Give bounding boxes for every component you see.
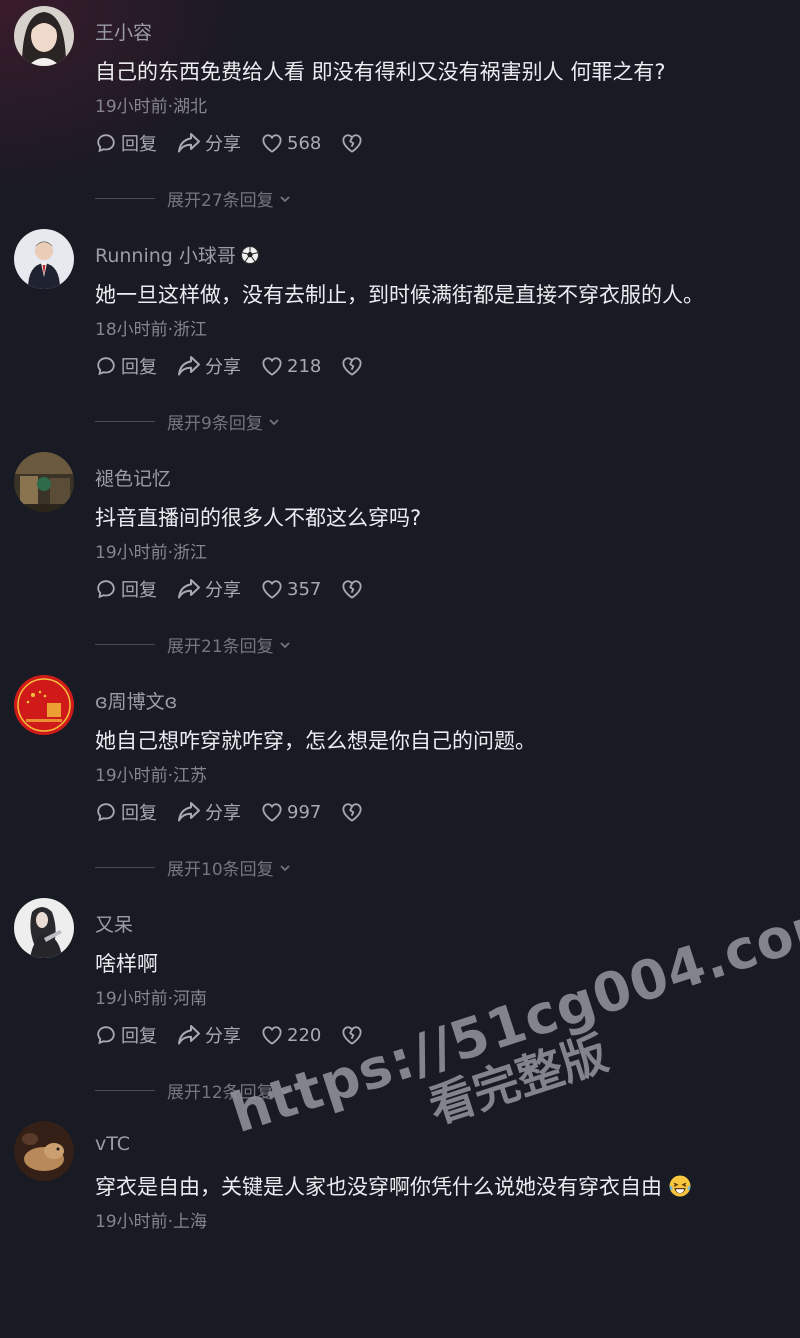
share-button[interactable]: 分享 bbox=[177, 353, 241, 379]
heart-icon bbox=[262, 357, 282, 376]
comment-text: 自己的东西免费给人看 即没有得利又没有祸害别人 何罪之有? bbox=[95, 60, 666, 84]
comment-actions: 回复 分享 218 bbox=[95, 353, 383, 379]
dislike-button[interactable] bbox=[341, 579, 363, 599]
like-button[interactable]: 357 bbox=[261, 579, 321, 600]
share-button[interactable]: 分享 bbox=[177, 799, 241, 825]
comment-meta: 19小时前·河南 bbox=[95, 989, 208, 1009]
comment-actions: 回复 分享 220 bbox=[95, 1022, 383, 1048]
divider bbox=[95, 421, 155, 422]
share-icon bbox=[178, 133, 200, 153]
username[interactable]: 褪色记忆 bbox=[95, 464, 171, 491]
comment-text: 穿衣是自由，关键是人家也没穿啊你凭什么说她没有穿衣自由 bbox=[95, 1171, 692, 1201]
username[interactable]: 王小容 bbox=[95, 18, 152, 45]
share-button[interactable]: 分享 bbox=[177, 576, 241, 602]
chevron-down-icon bbox=[280, 864, 290, 871]
comment-text: 抖音直播间的很多人不都这么穿吗? bbox=[95, 506, 422, 530]
reply-icon bbox=[97, 1026, 115, 1045]
username[interactable]: vTC bbox=[95, 1133, 130, 1155]
username[interactable]: 又呆 bbox=[95, 910, 133, 937]
comment-meta: 19小时前·江苏 bbox=[95, 766, 208, 786]
comment-list: 王小容 自己的东西免费给人看 即没有得利又没有祸害别人 何罪之有? 19小时前·… bbox=[0, 0, 800, 1338]
soccer-ball-icon bbox=[240, 245, 259, 264]
chevron-down-icon bbox=[269, 418, 279, 425]
comment-text: 她自己想咋穿就咋穿，怎么想是你自己的问题。 bbox=[95, 729, 536, 753]
share-button[interactable]: 分享 bbox=[177, 130, 241, 156]
divider bbox=[95, 1090, 155, 1091]
dislike-button[interactable] bbox=[341, 133, 363, 153]
reply-button[interactable]: 回复 bbox=[95, 799, 157, 825]
laughing-tears-emoji-icon bbox=[669, 1175, 691, 1197]
like-button[interactable]: 568 bbox=[261, 133, 321, 154]
expand-replies-button[interactable]: 展开10条回复 bbox=[95, 855, 292, 880]
chevron-down-icon bbox=[280, 195, 290, 202]
chevron-down-icon bbox=[280, 1087, 290, 1094]
share-icon bbox=[178, 802, 200, 822]
like-button[interactable]: 997 bbox=[261, 802, 321, 823]
reply-icon bbox=[97, 134, 115, 153]
avatar[interactable] bbox=[14, 452, 74, 512]
reply-button[interactable]: 回复 bbox=[95, 576, 157, 602]
avatar[interactable] bbox=[14, 675, 74, 735]
expand-replies-button[interactable]: 展开27条回复 bbox=[95, 186, 292, 211]
comment-text: 她一旦这样做，没有去制止，到时候满街都是直接不穿衣服的人。 bbox=[95, 283, 704, 307]
comment-meta: 19小时前·湖北 bbox=[95, 97, 208, 117]
share-button[interactable]: 分享 bbox=[177, 1022, 241, 1048]
dislike-button[interactable] bbox=[341, 356, 363, 376]
like-button[interactable]: 218 bbox=[261, 356, 321, 377]
like-count: 568 bbox=[287, 132, 322, 154]
expand-replies-button[interactable]: 展开12条回复 bbox=[95, 1078, 292, 1103]
share-icon bbox=[178, 356, 200, 376]
broken-heart-icon bbox=[342, 803, 362, 822]
comment-item: 又呆 啥样啊 19小时前·河南 回复 分享 220 展开12条回复 bbox=[0, 892, 800, 1115]
divider bbox=[95, 198, 155, 199]
reply-icon bbox=[97, 580, 115, 599]
dislike-button[interactable] bbox=[341, 802, 363, 822]
comment-actions: 回复 分享 357 bbox=[95, 576, 383, 602]
reply-icon bbox=[97, 357, 115, 376]
like-count: 220 bbox=[287, 1024, 322, 1046]
reply-icon bbox=[97, 803, 115, 822]
comment-actions: 回复 分享 568 bbox=[95, 130, 383, 156]
avatar[interactable] bbox=[14, 229, 74, 289]
heart-icon bbox=[262, 803, 282, 822]
share-icon bbox=[178, 579, 200, 599]
reply-button[interactable]: 回复 bbox=[95, 353, 157, 379]
comment-item: 王小容 自己的东西免费给人看 即没有得利又没有祸害别人 何罪之有? 19小时前·… bbox=[0, 0, 800, 223]
username[interactable]: ɞ周博文ɞ bbox=[95, 687, 177, 714]
heart-icon bbox=[262, 134, 282, 153]
comment-meta: 18小时前·浙江 bbox=[95, 320, 208, 340]
avatar[interactable] bbox=[14, 1121, 74, 1181]
comment-actions: 回复 分享 997 bbox=[95, 799, 383, 825]
broken-heart-icon bbox=[342, 357, 362, 376]
comment-item: ɞ周博文ɞ 她自己想咋穿就咋穿，怎么想是你自己的问题。 19小时前·江苏 回复 … bbox=[0, 669, 800, 892]
comment-item: 褪色记忆 抖音直播间的很多人不都这么穿吗? 19小时前·浙江 回复 分享 357… bbox=[0, 446, 800, 669]
like-button[interactable]: 220 bbox=[261, 1025, 321, 1046]
broken-heart-icon bbox=[342, 1026, 362, 1045]
like-count: 357 bbox=[287, 578, 322, 600]
comment-text: 啥样啊 bbox=[95, 952, 158, 976]
dislike-button[interactable] bbox=[341, 1025, 363, 1045]
like-count: 997 bbox=[287, 801, 322, 823]
heart-icon bbox=[262, 1026, 282, 1045]
reply-button[interactable]: 回复 bbox=[95, 130, 157, 156]
avatar[interactable] bbox=[14, 898, 74, 958]
divider bbox=[95, 644, 155, 645]
broken-heart-icon bbox=[342, 134, 362, 153]
heart-icon bbox=[262, 580, 282, 599]
expand-replies-button[interactable]: 展开21条回复 bbox=[95, 632, 292, 657]
comment-meta: 19小时前·浙江 bbox=[95, 543, 208, 563]
broken-heart-icon bbox=[342, 580, 362, 599]
divider bbox=[95, 867, 155, 868]
chevron-down-icon bbox=[280, 641, 290, 648]
reply-button[interactable]: 回复 bbox=[95, 1022, 157, 1048]
share-icon bbox=[178, 1025, 200, 1045]
comment-meta: 19小时前·上海 bbox=[95, 1212, 208, 1232]
like-count: 218 bbox=[287, 355, 322, 377]
username[interactable]: Running 小球哥 bbox=[95, 241, 260, 268]
avatar[interactable] bbox=[14, 6, 74, 66]
comment-item: Running 小球哥 她一旦这样做，没有去制止，到时候满街都是直接不穿衣服的人… bbox=[0, 223, 800, 446]
comment-item: vTC 穿衣是自由，关键是人家也没穿啊你凭什么说她没有穿衣自由 19小时前·上海 bbox=[0, 1115, 800, 1338]
expand-replies-button[interactable]: 展开9条回复 bbox=[95, 409, 281, 434]
